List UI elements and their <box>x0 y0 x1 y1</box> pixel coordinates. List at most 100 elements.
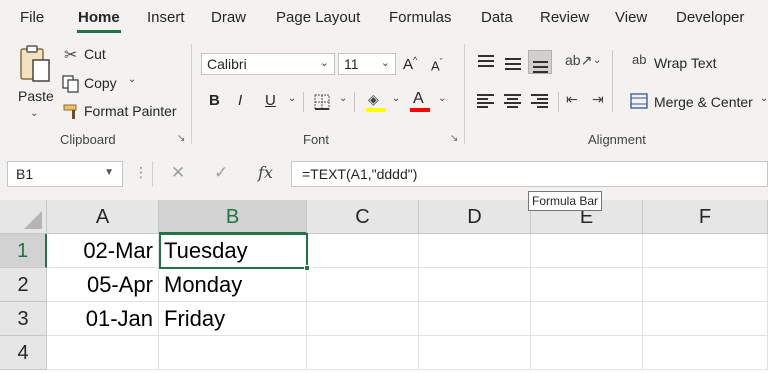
cell-c2[interactable] <box>307 268 419 302</box>
cell-f2[interactable] <box>643 268 768 302</box>
dialog-launcher-icon[interactable]: ↘ <box>177 133 185 144</box>
cell-c4[interactable] <box>307 336 419 370</box>
more-options-icon[interactable]: ⋮ <box>134 164 148 181</box>
row-header-3[interactable]: 3 <box>0 302 47 336</box>
font-group-label: Font <box>303 132 330 147</box>
select-all-button[interactable] <box>0 200 47 234</box>
divider <box>612 50 613 112</box>
cell-e3[interactable] <box>531 302 643 336</box>
fill-handle[interactable] <box>304 265 310 271</box>
chevron-down-icon: ⌄ <box>30 108 39 119</box>
cell-a2[interactable]: 05-Apr <box>47 268 159 302</box>
cell-d4[interactable] <box>419 336 531 370</box>
column-header-c[interactable]: C <box>307 200 419 234</box>
divider <box>354 92 355 112</box>
insert-function-icon[interactable]: fx <box>258 163 273 182</box>
tab-view[interactable]: View <box>615 9 647 26</box>
cancel-icon[interactable]: ✕ <box>171 163 185 183</box>
paste-icon <box>20 45 50 82</box>
ribbon-tabs: File Home Insert Draw Page Layout Formul… <box>0 0 768 36</box>
orientation-icon[interactable]: ab↗ <box>565 52 592 69</box>
merge-center-label: Merge & Center <box>654 94 753 110</box>
borders-icon[interactable] <box>313 93 331 111</box>
column-header-f[interactable]: F <box>643 200 768 234</box>
font-color-button[interactable]: A <box>410 90 430 114</box>
chevron-down-icon[interactable]: ⌄ <box>288 93 296 104</box>
chevron-down-icon[interactable]: ⌄ <box>593 55 601 66</box>
middle-align-button[interactable] <box>501 50 525 74</box>
column-header-a[interactable]: A <box>47 200 159 234</box>
decrease-font-size-icon[interactable]: Aˇ <box>431 57 443 73</box>
paste-label: Paste <box>18 88 54 104</box>
tab-developer[interactable]: Developer <box>676 9 744 26</box>
tab-insert[interactable]: Insert <box>147 9 185 26</box>
cell-a3[interactable]: 01-Jan <box>47 302 159 336</box>
chevron-down-icon[interactable]: ⌄ <box>392 93 400 104</box>
copy-label: Copy <box>84 75 117 91</box>
cell-b1[interactable]: Tuesday <box>159 234 307 268</box>
top-align-button[interactable] <box>474 50 498 74</box>
row-header-4[interactable]: 4 <box>0 336 47 370</box>
enter-check-icon[interactable]: ✓ <box>214 163 228 183</box>
cell-e1[interactable] <box>531 234 643 268</box>
highlight-color-swatch <box>366 108 386 112</box>
bottom-align-button[interactable] <box>528 50 552 74</box>
tab-review[interactable]: Review <box>540 9 589 26</box>
cell-a4[interactable] <box>47 336 159 370</box>
wrap-text-icon: ab <box>632 52 647 67</box>
tab-formulas[interactable]: Formulas <box>389 9 452 26</box>
cell-f3[interactable] <box>643 302 768 336</box>
divider <box>303 92 304 112</box>
increase-font-size-icon[interactable]: A^ <box>403 55 417 73</box>
cell-c1[interactable] <box>307 234 419 268</box>
underline-button[interactable]: U <box>265 92 276 109</box>
row-header-1[interactable]: 1 <box>0 234 47 268</box>
increase-indent-icon[interactable]: ⇥ <box>592 91 604 108</box>
tab-data[interactable]: Data <box>481 9 513 26</box>
paint-bucket-icon: ◈ <box>368 91 379 107</box>
name-box[interactable]: B1 ▼ <box>7 161 123 187</box>
cell-d1[interactable] <box>419 234 531 268</box>
tab-home[interactable]: Home <box>78 9 120 26</box>
column-header-d[interactable]: D <box>419 200 531 234</box>
cell-f1[interactable] <box>643 234 768 268</box>
chevron-down-icon[interactable]: ⌄ <box>760 93 768 104</box>
formula-input[interactable]: =TEXT(A1,"dddd") <box>291 161 768 187</box>
font-size-select[interactable]: 11 ⌄ <box>338 53 396 75</box>
cell-f4[interactable] <box>643 336 768 370</box>
tab-page-layout[interactable]: Page Layout <box>276 9 360 26</box>
align-right-button[interactable] <box>528 89 552 113</box>
font-name-select[interactable]: Calibri ⌄ <box>201 53 335 75</box>
cell-d3[interactable] <box>419 302 531 336</box>
group-divider <box>464 44 465 144</box>
merge-center-icon <box>630 93 648 109</box>
cell-a1[interactable]: 02-Mar <box>47 234 159 268</box>
wrap-text-label: Wrap Text <box>654 55 717 71</box>
fill-color-button[interactable]: ◈ <box>366 91 386 113</box>
italic-button[interactable]: I <box>238 92 242 109</box>
tab-draw[interactable]: Draw <box>211 9 246 26</box>
cell-d2[interactable] <box>419 268 531 302</box>
paste-button[interactable]: Paste ⌄ <box>12 42 56 122</box>
bold-button[interactable]: B <box>209 92 220 109</box>
cell-b2[interactable]: Monday <box>159 268 307 302</box>
tab-file[interactable]: File <box>20 9 44 26</box>
dialog-launcher-icon[interactable]: ↘ <box>450 133 458 144</box>
cell-c3[interactable] <box>307 302 419 336</box>
column-header-b[interactable]: B <box>159 200 307 234</box>
chevron-down-icon[interactable]: ⌄ <box>339 93 347 104</box>
chevron-down-icon: ⌄ <box>319 57 329 69</box>
cell-b4[interactable] <box>159 336 307 370</box>
align-center-button[interactable] <box>501 89 525 113</box>
cell-b3[interactable]: Friday <box>159 302 307 336</box>
active-tab-indicator <box>77 30 121 33</box>
align-left-button[interactable] <box>474 89 498 113</box>
chevron-down-icon[interactable]: ⌄ <box>128 74 136 85</box>
row-header-2[interactable]: 2 <box>0 268 47 302</box>
cell-e4[interactable] <box>531 336 643 370</box>
decrease-indent-icon[interactable]: ⇤ <box>566 91 578 108</box>
chevron-down-icon[interactable]: ⌄ <box>438 93 446 104</box>
divider <box>558 92 559 112</box>
copy-icon <box>62 75 79 93</box>
cell-e2[interactable] <box>531 268 643 302</box>
